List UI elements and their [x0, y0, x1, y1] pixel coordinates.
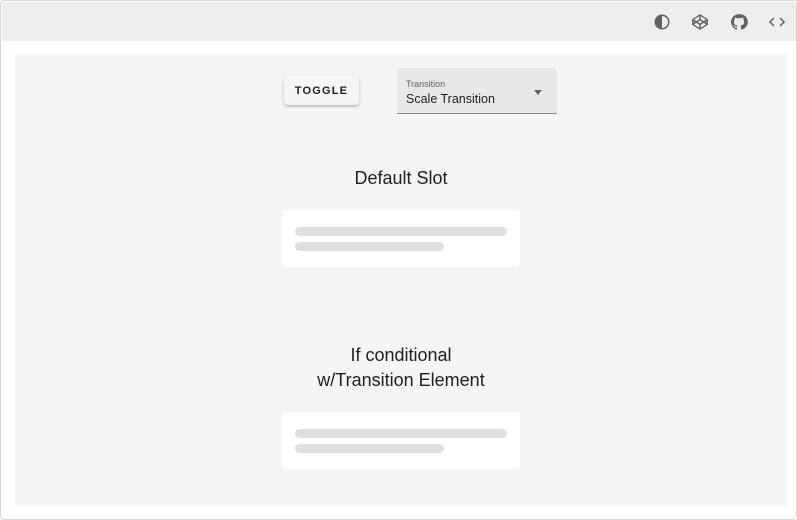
skeleton-line [295, 429, 507, 438]
default-slot-heading: Default Slot [354, 168, 448, 188]
toggle-button[interactable]: TOGGLE [284, 76, 359, 105]
skeleton-card-default-slot [282, 210, 520, 267]
skeleton-line [295, 227, 507, 236]
if-conditional-heading-line2: w/Transition Element [317, 370, 485, 390]
github-icon[interactable] [728, 11, 750, 33]
transition-select[interactable]: Transition Scale Transition [397, 68, 557, 114]
example-frame: TOGGLE Transition Scale Transition Defau… [0, 0, 797, 520]
transition-select-value: Scale Transition [406, 92, 495, 106]
transition-select-label: Transition [406, 79, 446, 89]
skeleton-card-if-conditional [282, 412, 520, 469]
codepen-icon[interactable] [689, 11, 711, 33]
example-stage: TOGGLE Transition Scale Transition Defau… [15, 54, 787, 506]
skeleton-line [295, 242, 444, 251]
code-icon[interactable] [766, 11, 788, 33]
caret-down-icon [534, 90, 542, 95]
if-conditional-heading: If conditional w/Transition Element [15, 343, 787, 393]
if-conditional-heading-line1: If conditional [350, 345, 452, 365]
skeleton-line [295, 444, 444, 453]
contrast-icon[interactable] [651, 11, 673, 33]
example-toolbar [2, 2, 796, 41]
